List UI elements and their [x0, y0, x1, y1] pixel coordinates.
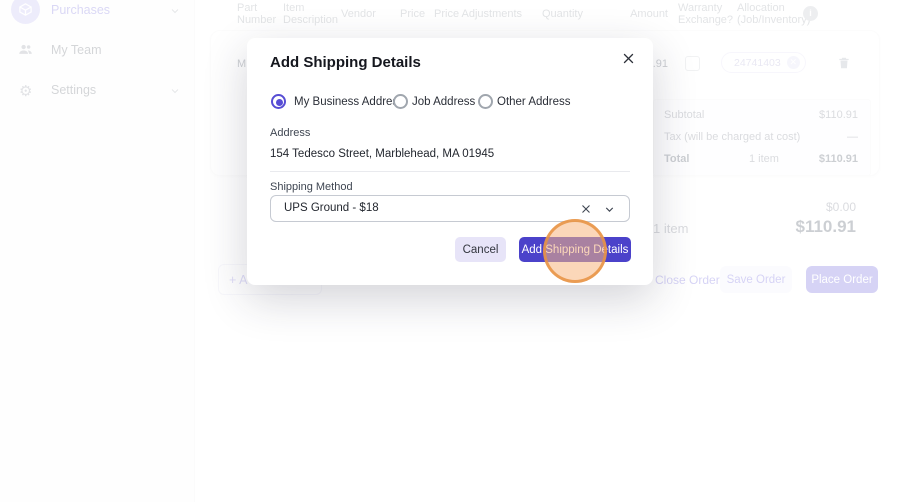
add-shipping-details-button[interactable]: Add Shipping Details [519, 237, 631, 262]
radio-label: My Business Address [294, 96, 404, 108]
app-window: Purchases My Team ⚙ Settings [0, 0, 900, 502]
address-label: Address [270, 127, 310, 139]
radio-label: Other Address [497, 96, 571, 108]
radio-label: Job Address [412, 96, 475, 108]
modal-title: Add Shipping Details [270, 54, 421, 71]
shipping-method-select[interactable]: UPS Ground - $18 [270, 195, 630, 222]
radio-job-address[interactable] [393, 94, 408, 109]
divider [270, 171, 630, 172]
radio-my-business-address[interactable] [271, 94, 286, 109]
close-icon[interactable] [621, 51, 637, 67]
shipping-method-label: Shipping Method [270, 181, 353, 193]
address-value: 154 Tedesco Street, Marblehead, MA 01945 [270, 148, 494, 160]
shipping-method-value: UPS Ground - $18 [284, 196, 379, 221]
add-shipping-details-modal: Add Shipping Details My Business Address… [247, 38, 653, 285]
cancel-button[interactable]: Cancel [455, 237, 506, 262]
chevron-down-icon[interactable] [603, 203, 616, 216]
radio-other-address[interactable] [478, 94, 493, 109]
clear-selection-icon[interactable] [580, 203, 592, 215]
